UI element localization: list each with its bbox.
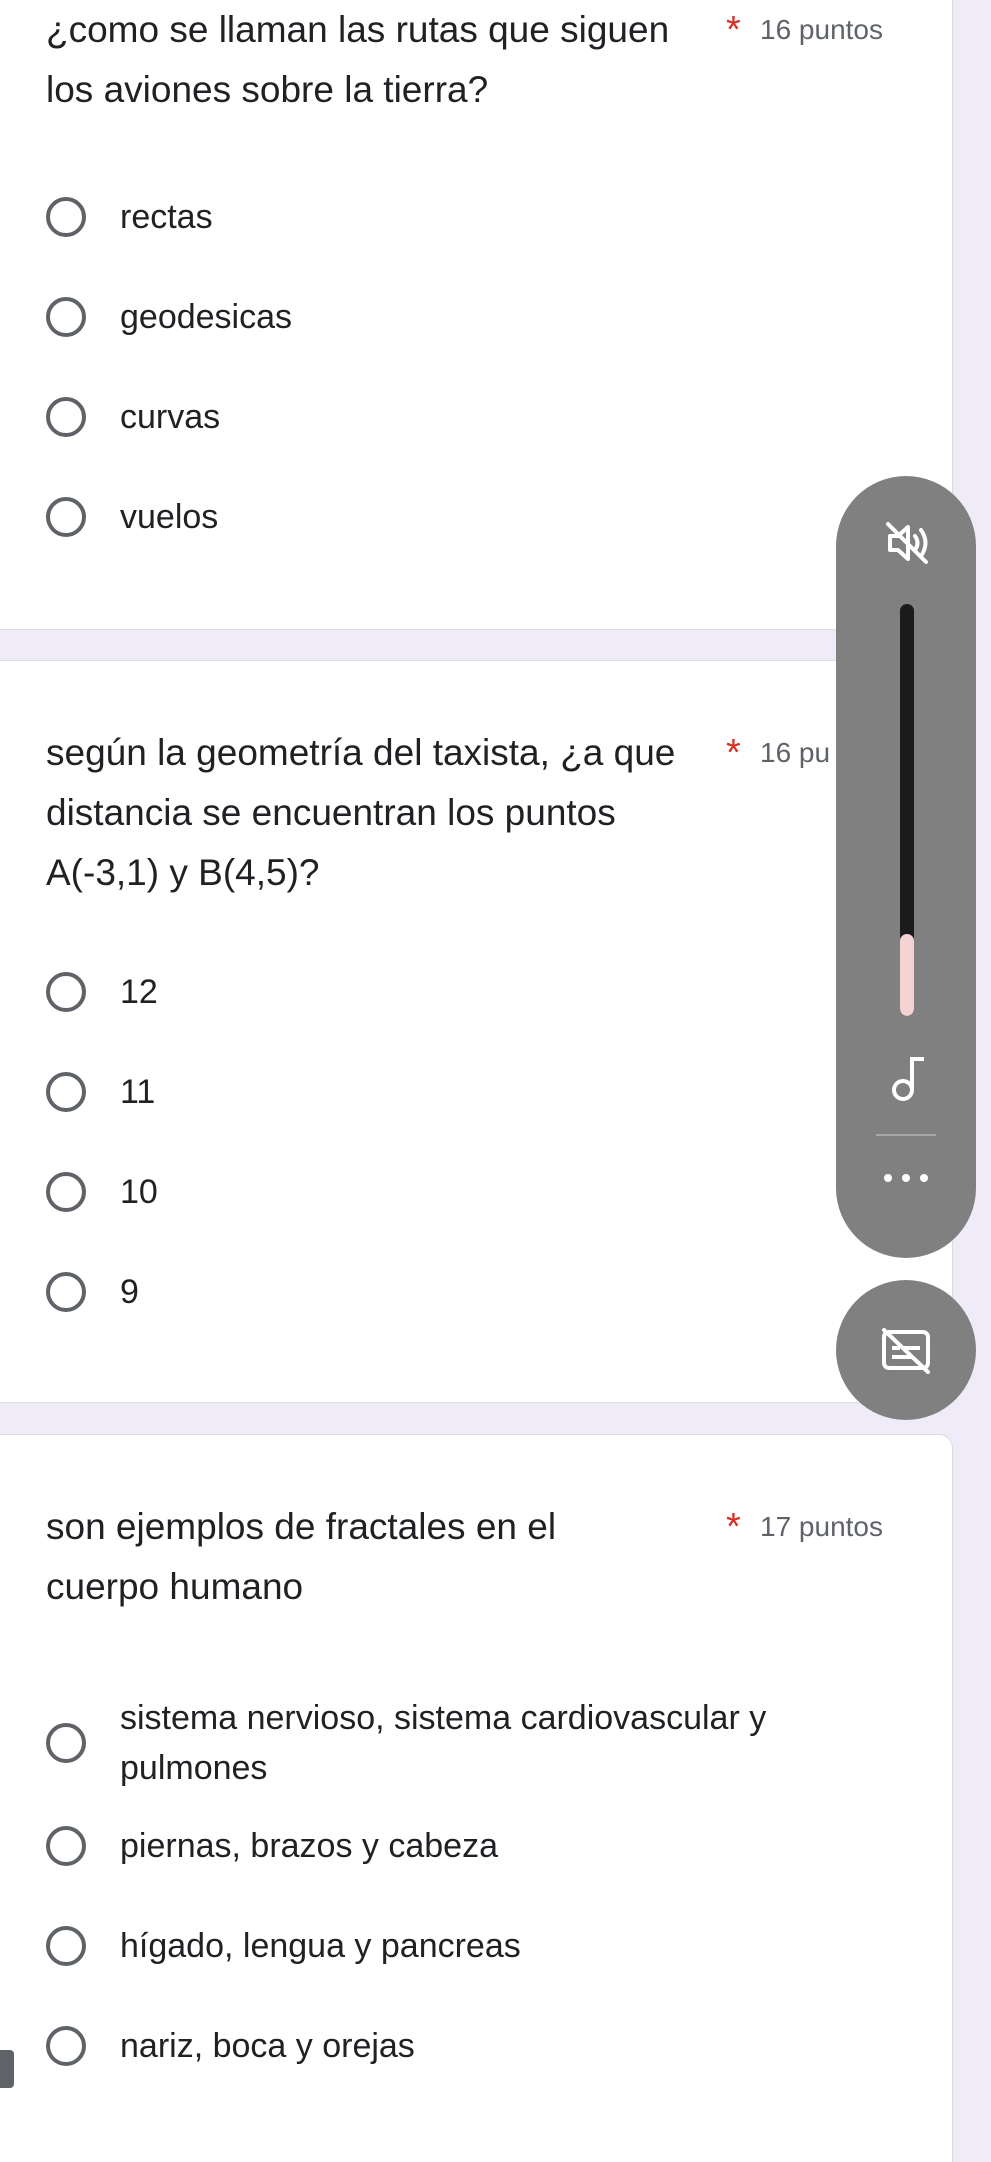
radio-button[interactable] bbox=[46, 1172, 86, 1212]
option-vuelos[interactable]: vuelos bbox=[46, 492, 892, 542]
required-asterisk: * bbox=[726, 732, 741, 774]
question-card-1: ¿como se llaman las rutas que siguen los… bbox=[0, 0, 953, 630]
volume-level-fill bbox=[900, 933, 914, 1016]
radio-button[interactable] bbox=[46, 1926, 86, 1966]
option-11[interactable]: 11 bbox=[46, 1067, 892, 1117]
option-sistema-nervioso[interactable]: sistema nervioso, sistema cardiovascular… bbox=[46, 1693, 892, 1793]
question-text: según la geometría del taxista, ¿a que d… bbox=[46, 732, 676, 893]
option-label: nariz, boca y orejas bbox=[120, 2027, 415, 2065]
volume-muted-icon[interactable] bbox=[882, 518, 932, 568]
radio-button[interactable] bbox=[46, 497, 86, 537]
question-points: 16 puntos bbox=[760, 14, 883, 45]
radio-button[interactable] bbox=[46, 1826, 86, 1866]
question-header-2: según la geometría del taxista, ¿a que d… bbox=[46, 723, 892, 903]
question-card-3: son ejemplos de fractales en el cuerpo h… bbox=[0, 1434, 953, 2162]
form-page: ¿como se llaman las rutas que siguen los… bbox=[0, 0, 991, 2162]
radio-button[interactable] bbox=[46, 1723, 86, 1763]
question-header-1: ¿como se llaman las rutas que siguen los… bbox=[46, 0, 892, 120]
captions-off-icon bbox=[882, 1328, 930, 1374]
volume-panel bbox=[836, 476, 976, 1258]
radio-button[interactable] bbox=[46, 197, 86, 237]
option-rectas[interactable]: rectas bbox=[46, 192, 892, 242]
option-label: curvas bbox=[120, 398, 221, 436]
option-label: 11 bbox=[120, 1073, 156, 1111]
question-text: son ejemplos de fractales en el cuerpo h… bbox=[46, 1506, 557, 1607]
question-points: 16 pu bbox=[760, 737, 831, 768]
option-label: 12 bbox=[120, 973, 158, 1011]
option-curvas[interactable]: curvas bbox=[46, 392, 892, 442]
more-options-icon[interactable] bbox=[880, 1170, 932, 1186]
radio-button[interactable] bbox=[46, 1272, 86, 1312]
radio-button[interactable] bbox=[46, 397, 86, 437]
option-label: piernas, brazos y cabeza bbox=[120, 1827, 498, 1865]
option-geodesicas[interactable]: geodesicas bbox=[46, 292, 892, 342]
option-12[interactable]: 12 bbox=[46, 967, 892, 1017]
question-header-3: son ejemplos de fractales en el cuerpo h… bbox=[46, 1497, 892, 1617]
option-9[interactable]: 9 bbox=[46, 1267, 892, 1317]
option-label: 9 bbox=[120, 1273, 139, 1311]
option-10[interactable]: 10 bbox=[46, 1167, 892, 1217]
option-label: rectas bbox=[120, 198, 213, 236]
captions-button[interactable] bbox=[836, 1280, 976, 1420]
required-asterisk: * bbox=[726, 9, 741, 51]
radio-button[interactable] bbox=[46, 1072, 86, 1112]
option-piernas[interactable]: piernas, brazos y cabeza bbox=[46, 1821, 892, 1871]
option-label: hígado, lengua y pancreas bbox=[120, 1927, 521, 1965]
option-label: vuelos bbox=[120, 498, 219, 536]
option-nariz[interactable]: nariz, boca y orejas bbox=[46, 2021, 892, 2071]
radio-button[interactable] bbox=[46, 2026, 86, 2066]
option-label: geodesicas bbox=[120, 298, 293, 336]
music-note-icon[interactable] bbox=[886, 1052, 926, 1102]
radio-button[interactable] bbox=[46, 297, 86, 337]
option-higado[interactable]: hígado, lengua y pancreas bbox=[46, 1921, 892, 1971]
radio-button[interactable] bbox=[46, 972, 86, 1012]
edge-handle[interactable] bbox=[0, 2050, 14, 2088]
option-label: sistema nervioso, sistema cardiovascular… bbox=[120, 1699, 767, 1787]
required-asterisk: * bbox=[726, 1506, 741, 1548]
question-card-2: según la geometría del taxista, ¿a que d… bbox=[0, 660, 953, 1403]
panel-divider bbox=[876, 1134, 936, 1136]
option-label: 10 bbox=[120, 1173, 158, 1211]
volume-slider[interactable] bbox=[900, 604, 914, 1016]
question-points: 17 puntos bbox=[760, 1511, 883, 1542]
question-text: ¿como se llaman las rutas que siguen los… bbox=[46, 9, 670, 110]
